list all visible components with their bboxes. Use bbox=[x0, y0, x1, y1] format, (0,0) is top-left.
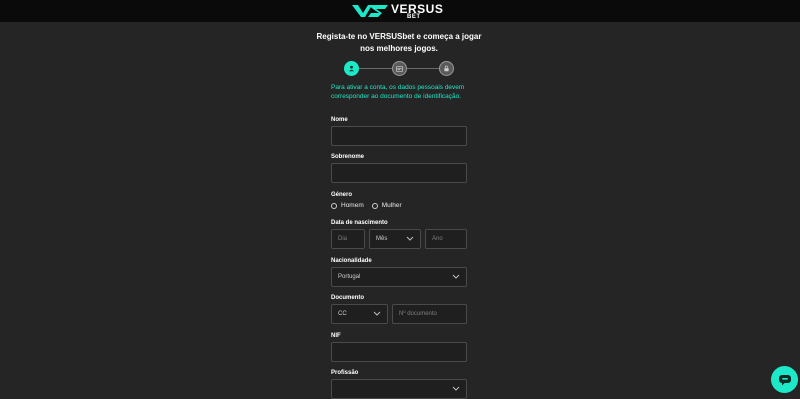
page-headline: Regista-te no VERSUSbet e começa a jogar… bbox=[316, 32, 482, 53]
step-connector bbox=[407, 68, 439, 69]
mes-select[interactable]: Mês bbox=[369, 229, 421, 249]
nif-label: NIF bbox=[331, 333, 341, 339]
nacionalidade-label: Nacionalidade bbox=[331, 258, 372, 264]
nome-label: Nome bbox=[331, 117, 348, 123]
documento-type-select[interactable]: CC bbox=[331, 304, 388, 324]
logo-subtitle: BET bbox=[407, 13, 421, 20]
chevron-down-icon bbox=[406, 236, 414, 241]
chevron-down-icon bbox=[452, 274, 460, 279]
dia-placeholder: Dia bbox=[338, 236, 348, 242]
top-bar: VERSUS BET bbox=[0, 0, 800, 22]
user-icon bbox=[349, 65, 354, 72]
chat-button[interactable] bbox=[771, 366, 798, 393]
step-personal-data[interactable] bbox=[344, 61, 359, 76]
step-account[interactable] bbox=[439, 61, 454, 76]
genero-option-label: Mulher bbox=[381, 202, 402, 209]
radio-circle-icon[interactable] bbox=[331, 202, 337, 209]
genero-radio-group: Homem Mulher bbox=[331, 202, 410, 209]
mes-value: Mês bbox=[376, 236, 388, 242]
profissao-label: Profissão bbox=[331, 370, 359, 376]
id-card-icon bbox=[396, 65, 403, 72]
step-connector bbox=[359, 68, 392, 69]
genero-option-homem[interactable]: Homem bbox=[331, 202, 364, 209]
ano-input[interactable]: Ano bbox=[425, 229, 467, 249]
sobrenome-label: Sobrenome bbox=[331, 154, 365, 160]
radio-circle-icon[interactable] bbox=[371, 202, 378, 209]
nacionalidade-value: Portugal bbox=[338, 274, 361, 280]
step-document[interactable] bbox=[392, 61, 407, 76]
chat-icon bbox=[778, 374, 791, 385]
ano-placeholder: Ano bbox=[432, 236, 443, 242]
versus-logo-icon bbox=[352, 5, 388, 17]
nome-input[interactable] bbox=[331, 126, 467, 146]
chevron-down-icon bbox=[452, 386, 460, 391]
genero-label: Género bbox=[331, 192, 353, 198]
genero-option-label: Homem bbox=[341, 202, 364, 209]
documento-number-input[interactable]: Nº documento bbox=[392, 304, 467, 324]
documento-type-value: CC bbox=[338, 311, 347, 317]
nif-input[interactable] bbox=[331, 342, 467, 362]
sobrenome-input[interactable] bbox=[331, 163, 467, 183]
documento-number-placeholder: Nº documento bbox=[399, 311, 437, 317]
genero-option-mulher[interactable]: Mulher bbox=[371, 202, 402, 209]
nacionalidade-select[interactable]: Portugal bbox=[331, 267, 467, 287]
documento-label: Documento bbox=[331, 295, 364, 301]
nascimento-label: Data de nascimento bbox=[331, 220, 388, 226]
dia-input[interactable]: Dia bbox=[331, 229, 365, 249]
versus-bet-logo[interactable]: VERSUS BET bbox=[352, 2, 443, 20]
registration-stepper bbox=[344, 61, 454, 77]
chevron-down-icon bbox=[373, 311, 381, 316]
lock-icon bbox=[444, 65, 449, 72]
identity-info-text: Para ativar a conta, os dados pessoais d… bbox=[331, 84, 465, 100]
profissao-select[interactable] bbox=[331, 379, 467, 399]
